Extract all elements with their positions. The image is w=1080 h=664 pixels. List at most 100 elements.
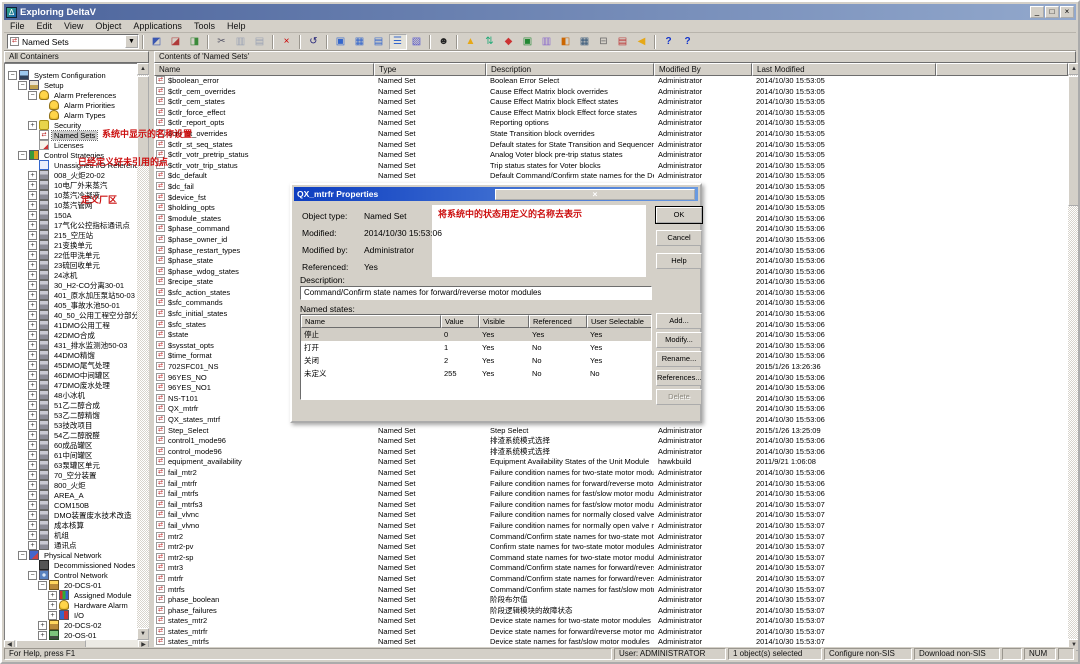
expander-icon[interactable]: + (28, 231, 37, 240)
menu-item-tools[interactable]: Tools (188, 21, 221, 31)
tree-item[interactable]: +COM150B (5, 500, 137, 510)
tree-item[interactable]: +401_原水加压泵站50-03 (5, 290, 137, 300)
menu-item-applications[interactable]: Applications (127, 21, 188, 31)
tree-item[interactable]: −Alarm Preferences (5, 90, 137, 100)
tree-item[interactable]: +405_事故水池50-01 (5, 300, 137, 310)
horn-icon[interactable]: ◀ (633, 34, 651, 50)
expander-icon[interactable]: + (28, 191, 37, 200)
list-scrollbar-thumb[interactable] (1068, 76, 1080, 206)
total-view-icon[interactable]: ◩ (148, 34, 166, 50)
expander-icon[interactable]: + (28, 261, 37, 270)
tree-item[interactable]: +24冰机 (5, 270, 137, 280)
expander-icon[interactable]: + (28, 521, 37, 530)
tree-item[interactable]: +51乙二醇合成 (5, 400, 137, 410)
object-type-combobox[interactable]: ⇄ Named Sets ▼ (7, 34, 139, 49)
expander-icon[interactable]: + (28, 421, 37, 430)
delete-icon[interactable]: × (278, 34, 296, 50)
tree-item[interactable]: +54乙二醇脱醛 (5, 430, 137, 440)
list-row[interactable]: ⇄Step_SelectNamed SetStep SelectAdminist… (154, 426, 1068, 437)
list-row[interactable]: ⇄control_mode96Named Set排渣系统模式选择Administ… (154, 447, 1068, 458)
combobox-dropdown-button[interactable]: ▼ (125, 35, 138, 48)
tree-vertical-scrollbar[interactable]: ▲ ▼ (137, 63, 149, 640)
help-button[interactable]: Help (656, 253, 702, 269)
named-state-row[interactable]: 打开1YesNoYes (301, 341, 651, 354)
preview-icon[interactable]: ▧ (408, 34, 426, 50)
list-row[interactable]: ⇄fail_mtrfrNamed SetFailure condition na… (154, 479, 1068, 490)
references-button[interactable]: References... (656, 370, 702, 386)
context-help-icon[interactable]: ? (679, 34, 697, 50)
tree-item[interactable]: +21变换单元 (5, 240, 137, 250)
menu-item-edit[interactable]: Edit (31, 21, 59, 31)
list-row[interactable]: ⇄$ctlr_st_overridesNamed SetState Transi… (154, 129, 1068, 140)
list-row[interactable]: ⇄fail_vlvncNamed SetFailure condition na… (154, 510, 1068, 521)
named-state-row[interactable]: 未定义255YesNoNo (301, 367, 651, 380)
list-row[interactable]: ⇄mtr2-pvNamed SetConfirm state names for… (154, 542, 1068, 553)
expander-icon[interactable]: + (48, 601, 57, 610)
list-row[interactable]: ⇄fail_mtrfsNamed SetFailure condition na… (154, 489, 1068, 500)
scroll-up-arrow-icon[interactable]: ▲ (137, 63, 149, 75)
database-icon[interactable]: ▦ (576, 34, 594, 50)
tree-item[interactable]: +30_H2-CO分离30-01 (5, 280, 137, 290)
list-row[interactable]: ⇄mtrfrNamed SetCommand/Confirm state nam… (154, 574, 1068, 585)
list-vertical-scrollbar[interactable]: ▲ ▼ (1068, 63, 1080, 651)
tree-item[interactable]: +47DMO废水处理 (5, 380, 137, 390)
list-row[interactable]: ⇄$ctlr_cem_overridesNamed SetCause Effec… (154, 87, 1068, 98)
expander-icon[interactable]: + (28, 291, 37, 300)
tree-item[interactable]: +53技改项目 (5, 420, 137, 430)
list-row[interactable]: ⇄$ctlr_force_effectNamed SetCause Effect… (154, 108, 1068, 119)
expander-icon[interactable]: + (28, 381, 37, 390)
tree-item[interactable]: −Control Network (5, 570, 137, 580)
tree-item[interactable]: +45DMO尾气处理 (5, 360, 137, 370)
list-row[interactable]: ⇄fail_mtrfs3Named SetFailure condition n… (154, 500, 1068, 511)
close-button[interactable]: × (1060, 6, 1074, 18)
expander-icon[interactable]: − (18, 81, 27, 90)
tree-item[interactable]: +23硫回收单元 (5, 260, 137, 270)
configure-icon[interactable]: ◆ (500, 34, 518, 50)
expander-icon[interactable]: + (28, 271, 37, 280)
tree-item[interactable]: −Setup (5, 80, 137, 90)
expander-icon[interactable]: + (28, 121, 37, 130)
menu-item-help[interactable]: Help (221, 21, 252, 31)
expander-icon[interactable]: − (18, 551, 27, 560)
tree-item[interactable]: −System Configuration (5, 70, 137, 80)
large-icons-view-icon[interactable]: ▣ (332, 34, 350, 50)
details-view-icon[interactable]: ☰ (389, 34, 407, 50)
tree-item[interactable]: +44DMO精馏 (5, 350, 137, 360)
expander-icon[interactable]: + (28, 201, 37, 210)
tree-item[interactable]: Decommissioned Nodes (5, 560, 137, 570)
cut-icon[interactable]: ✂ (213, 34, 231, 50)
scroll-up-arrow-icon[interactable]: ▲ (1068, 63, 1080, 75)
named-state-row[interactable]: 停止0YesYesYes (301, 328, 651, 341)
tree-item[interactable]: +17气化公控指标通讯点 (5, 220, 137, 230)
list-row[interactable]: ⇄phase_failuresNamed Set阶段逻辑模块的故障状态Admin… (154, 606, 1068, 617)
menu-item-file[interactable]: File (4, 21, 31, 31)
memo-icon[interactable]: ▤ (614, 34, 632, 50)
dialog-close-button[interactable]: × (495, 189, 695, 200)
expander-icon[interactable]: + (28, 171, 37, 180)
tree-item[interactable]: +40_50_公用工程空分部分 (5, 310, 137, 320)
tree-item[interactable]: +70_空分装置 (5, 470, 137, 480)
tree-item[interactable]: −20-DCS-01 (5, 580, 137, 590)
expander-icon[interactable]: + (28, 281, 37, 290)
tree-item[interactable]: +215_空压站 (5, 230, 137, 240)
expander-icon[interactable]: + (28, 371, 37, 380)
explore-icon[interactable]: ◪ (167, 34, 185, 50)
tree-item[interactable]: Alarm Priorities (5, 100, 137, 110)
tree-item[interactable]: −Physical Network (5, 550, 137, 560)
small-icons-view-icon[interactable]: ▦ (351, 34, 369, 50)
column-header-modified-by[interactable]: Modified By (654, 63, 752, 76)
expander-icon[interactable]: + (38, 621, 47, 630)
tree-item[interactable]: +48小冰机 (5, 390, 137, 400)
modify-button[interactable]: Modify... (656, 332, 702, 348)
expander-icon[interactable]: + (28, 491, 37, 500)
tree-item[interactable]: +41DMO公用工程 (5, 320, 137, 330)
minimize-button[interactable]: _ (1030, 6, 1044, 18)
tree-item[interactable]: +成本核算 (5, 520, 137, 530)
expander-icon[interactable]: + (28, 311, 37, 320)
list-row[interactable]: ⇄$ctlr_votr_trip_statusNamed SetTrip sta… (154, 161, 1068, 172)
menu-item-object[interactable]: Object (89, 21, 127, 31)
tree-item[interactable]: +61中间罐区 (5, 450, 137, 460)
tree-item[interactable]: +63泵罐区单元 (5, 460, 137, 470)
column-header-description[interactable]: Description (486, 63, 654, 76)
tree-item[interactable]: +10蒸汽管网 (5, 200, 137, 210)
